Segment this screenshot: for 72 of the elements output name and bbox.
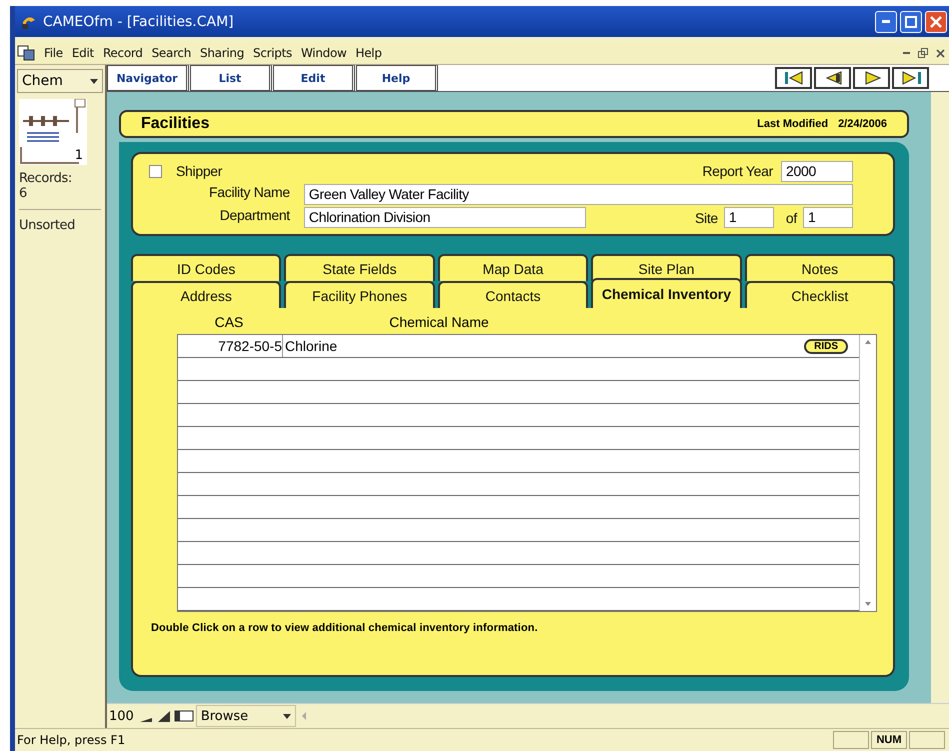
records-count: 6 [18, 186, 28, 201]
field-label: Report Year [702, 163, 773, 179]
toolbar-button[interactable]: Navigator [107, 65, 189, 91]
minimize-button[interactable] [875, 10, 897, 32]
checkbox[interactable] [149, 164, 162, 178]
field-label: Facility Name [208, 184, 291, 202]
tab[interactable]: Contacts [438, 281, 588, 308]
menu-item[interactable]: Scripts [253, 46, 292, 60]
mode-dropdown[interactable]: Browse [196, 705, 296, 727]
document-icon [17, 45, 35, 61]
tab[interactable]: State Fields [284, 254, 435, 281]
input-field[interactable]: Green Valley Water Facility [304, 184, 853, 205]
table-cell: 7782-50-5 [178, 335, 283, 357]
input-field[interactable]: 1 [724, 207, 774, 228]
last-record-button[interactable] [892, 67, 929, 89]
maximize-button[interactable] [900, 10, 922, 32]
tab[interactable]: Map Data [438, 254, 588, 281]
tab[interactable]: Address [131, 281, 282, 308]
status-pane [833, 731, 869, 749]
zoom-level[interactable]: 100 [107, 708, 136, 724]
checkbox-label: Shipper [176, 163, 222, 179]
next-record-button[interactable] [853, 67, 890, 89]
num-lock-indicator: NUM [871, 731, 907, 749]
dropdown-icon [90, 78, 98, 84]
records-label: Records: [18, 171, 73, 186]
rids-button[interactable]: RIDS [804, 338, 848, 354]
toolbar-button[interactable]: List [190, 65, 272, 91]
prev-record-button[interactable] [814, 67, 851, 89]
modified-label: Last Modified [757, 118, 828, 130]
status-text: For Help, press F1 [16, 733, 126, 747]
menu-item[interactable]: Window [300, 46, 346, 60]
book-drawing[interactable] [19, 99, 87, 165]
menu-item[interactable]: Edit [72, 46, 94, 60]
sort-status: Unsorted [18, 218, 76, 233]
menu-item[interactable]: Help [356, 46, 382, 60]
field-label: of [786, 210, 797, 226]
toolbar-button[interactable]: Edit [273, 65, 355, 91]
column-header: Chemical Name [388, 314, 490, 332]
input-field[interactable]: Chlorination Division [304, 207, 586, 228]
field-label: Department [218, 207, 291, 225]
menu-item[interactable]: Sharing [200, 46, 244, 60]
menu-item[interactable]: Record [102, 46, 143, 60]
modified-date: 2/24/2006 [838, 118, 887, 130]
tab[interactable]: ID Codes [131, 254, 282, 281]
minimize-icon [882, 20, 890, 23]
toolbar-button[interactable]: Help [356, 65, 438, 91]
close-button[interactable] [925, 10, 947, 32]
field-label: Site [694, 210, 718, 226]
close-icon [930, 16, 942, 28]
dropdown-icon [282, 714, 291, 718]
input-field[interactable]: 1 [803, 207, 853, 228]
column-header: CAS [214, 314, 244, 332]
maximize-icon [905, 16, 917, 28]
close-icon[interactable] [936, 48, 945, 58]
header-title: Facilities [141, 115, 210, 133]
tab[interactable]: Notes [744, 254, 896, 281]
layout-dropdown[interactable]: Chem [17, 69, 103, 93]
first-record-button[interactable] [775, 67, 812, 89]
input-field[interactable]: 2000 [781, 160, 853, 182]
menu-item[interactable]: Search [152, 46, 192, 60]
status-area-icon[interactable] [174, 709, 194, 723]
hint-text: Double Click on a row to view additional chemical inventory information. [151, 622, 539, 634]
zoom-in-icon[interactable] [156, 709, 172, 723]
record-number: 1 [74, 148, 83, 163]
window-title: CAMEOfm - [Facilities.CAM] [43, 14, 234, 30]
table-cell-text: Chlorine [284, 338, 338, 354]
tab[interactable]: Chemical Inventory [591, 278, 742, 308]
status-pane [909, 731, 945, 749]
restore-icon[interactable] [918, 48, 928, 58]
tab[interactable]: Facility Phones [284, 281, 435, 308]
tab[interactable]: Checklist [744, 281, 896, 308]
menu-item[interactable]: File [44, 46, 63, 60]
